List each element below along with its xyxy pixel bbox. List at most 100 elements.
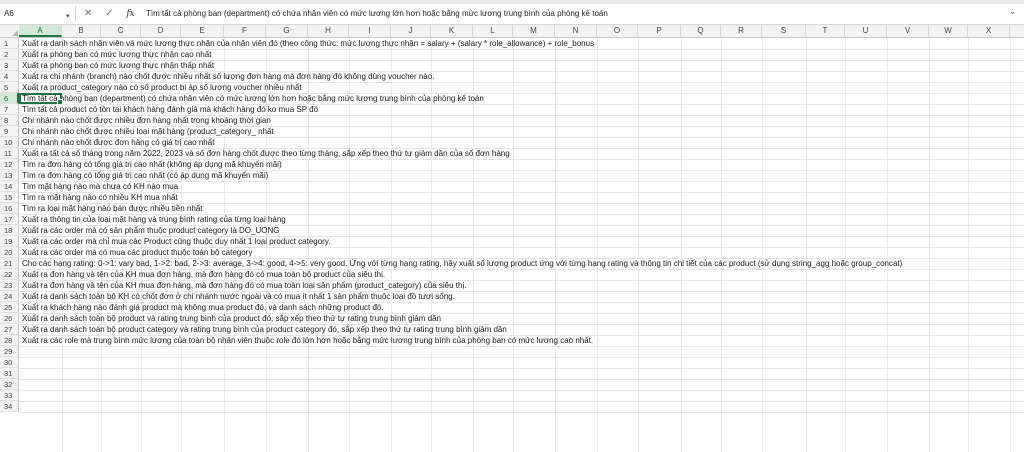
- row-header-26[interactable]: 26: [0, 313, 19, 324]
- row-header-3[interactable]: 3: [0, 60, 19, 71]
- cell-a16[interactable]: Tìm ra loại mặt hàng nào bán được nhiều …: [22, 203, 203, 214]
- cell-a18[interactable]: Xuất ra các order mà có sản phẩm thuộc p…: [22, 225, 279, 236]
- sheet-grid[interactable]: 1 Xuất ra danh sách nhân viên và mức lươn…: [0, 38, 1024, 452]
- column-header-d[interactable]: D: [141, 25, 181, 37]
- cell-a5[interactable]: Xuất ra product_category nào có số produ…: [22, 82, 302, 93]
- row-header-27[interactable]: 27: [0, 324, 19, 335]
- column-header-w[interactable]: W: [929, 25, 968, 37]
- row-header-28[interactable]: 28: [0, 335, 19, 346]
- column-header-m[interactable]: M: [513, 25, 555, 37]
- row-header-15[interactable]: 15: [0, 192, 19, 203]
- column-header-f[interactable]: F: [224, 25, 266, 37]
- column-header-p[interactable]: P: [638, 25, 681, 37]
- row-header-1[interactable]: 1: [0, 38, 19, 49]
- row-header-20[interactable]: 20: [0, 247, 19, 258]
- row-header-8[interactable]: 8: [0, 115, 19, 126]
- cell-a22[interactable]: Xuất ra đơn hàng và tên của KH mua đơn h…: [22, 269, 385, 280]
- row-header-34[interactable]: 34: [0, 401, 19, 412]
- row-header-5[interactable]: 5: [0, 82, 19, 93]
- column-header-j[interactable]: J: [391, 25, 431, 37]
- cell-a9[interactable]: Chi nhánh nào chốt được nhiều loại mặt h…: [22, 126, 274, 137]
- row-header-13[interactable]: 13: [0, 170, 19, 181]
- select-all-button[interactable]: [0, 25, 20, 37]
- expand-formula-bar-icon[interactable]: ⌄: [1009, 7, 1016, 16]
- column-header-n[interactable]: N: [555, 25, 597, 37]
- cell-a10[interactable]: Chi nhánh nào chốt được đơn hàng có giá …: [22, 137, 214, 148]
- row-header-33[interactable]: 33: [0, 390, 19, 401]
- cancel-button[interactable]: ✕: [84, 8, 92, 19]
- column-header-b[interactable]: B: [62, 25, 101, 37]
- cell-a27[interactable]: Xuất ra danh sách toàn bộ product catego…: [22, 324, 507, 335]
- column-header-g[interactable]: G: [266, 25, 308, 37]
- cell-a13[interactable]: Tìm ra đơn hàng có tổng giá trị cao nhất…: [22, 170, 268, 181]
- cell-a19[interactable]: Xuất ra các order mà chỉ mua các Product…: [22, 236, 330, 247]
- row-header-25[interactable]: 25: [0, 302, 19, 313]
- row-header-2[interactable]: 2: [0, 49, 19, 60]
- column-header-a[interactable]: A: [19, 25, 62, 37]
- row-header-7[interactable]: 7: [0, 104, 19, 115]
- row-header-19[interactable]: 19: [0, 236, 19, 247]
- row-header-6[interactable]: 6: [0, 93, 19, 104]
- cell-a23[interactable]: Xuất ra đơn hàng và tên của KH mua đơn h…: [22, 280, 466, 291]
- cell-a24[interactable]: Xuất ra danh sách toàn bộ KH có chốt đơn…: [22, 291, 455, 302]
- row-header-18[interactable]: 18: [0, 225, 19, 236]
- column-header-q[interactable]: Q: [681, 25, 721, 37]
- row-header-23[interactable]: 23: [0, 280, 19, 291]
- cell-a4[interactable]: Xuất ra chi nhánh (branch) nào chốt được…: [22, 71, 434, 82]
- column-header-s[interactable]: S: [762, 25, 806, 37]
- row-header-4[interactable]: 4: [0, 71, 19, 82]
- cell-a26[interactable]: Xuất ra danh sách toàn bộ product và rat…: [22, 313, 441, 324]
- cell-a12[interactable]: Tìm ra đơn hàng có tổng giá trị cao nhất…: [22, 159, 282, 170]
- row-header-32[interactable]: 32: [0, 379, 19, 390]
- row-header-22[interactable]: 22: [0, 269, 19, 280]
- row-header-10[interactable]: 10: [0, 137, 19, 148]
- column-header-bar: ABCDEFGHIJKLMNOPQRSTUVWX: [0, 25, 1024, 38]
- column-header-v[interactable]: V: [887, 25, 929, 37]
- row-header-30[interactable]: 30: [0, 357, 19, 368]
- cell-a17[interactable]: Xuất ra thông tin của loại mặt hàng và t…: [22, 214, 286, 225]
- row-header-31[interactable]: 31: [0, 368, 19, 379]
- name-box-value: A6: [4, 9, 14, 18]
- row-header-12[interactable]: 12: [0, 159, 19, 170]
- cell-a2[interactable]: Xuất ra phòng ban có mức lương thực nhận…: [22, 49, 211, 60]
- row-header-17[interactable]: 17: [0, 214, 19, 225]
- enter-button[interactable]: ✓: [105, 8, 113, 19]
- cell-a8[interactable]: Chi nhánh nào chốt được nhiều đơn hàng n…: [22, 115, 271, 126]
- column-header-o[interactable]: O: [597, 25, 638, 37]
- cell-a1[interactable]: Xuất ra danh sách nhân viên và mức lương…: [22, 38, 594, 49]
- column-header-e[interactable]: E: [181, 25, 224, 37]
- cell-a28[interactable]: Xuất ra các role mà trung bình mức lương…: [22, 335, 593, 346]
- row-header-16[interactable]: 16: [0, 203, 19, 214]
- cell-a21[interactable]: Cho các hạng rating: 0->1: vary bad, 1->…: [22, 258, 902, 269]
- cell-a3[interactable]: Xuất ra phòng ban có mức lương thực nhận…: [22, 60, 214, 71]
- row-gridline: [19, 357, 1024, 358]
- formula-input[interactable]: Tìm tất cả phòng ban (department) có chứ…: [146, 6, 608, 21]
- cell-a6[interactable]: Tìm tất cả phòng ban (department) có chứ…: [22, 93, 484, 104]
- column-header-t[interactable]: T: [806, 25, 845, 37]
- column-header-h[interactable]: H: [308, 25, 349, 37]
- row-header-21[interactable]: 21: [0, 258, 19, 269]
- row-gridline: [19, 346, 1024, 347]
- cell-a7[interactable]: Tìm tất cả product có tồn tại khách hàng…: [22, 104, 318, 115]
- column-header-u[interactable]: U: [845, 25, 887, 37]
- row-gridline: [19, 412, 1024, 413]
- cell-a11[interactable]: Xuất ra tất cả số tháng trong năm 2022, …: [22, 148, 510, 159]
- cell-a15[interactable]: Tìm ra mặt hàng nào có nhiều KH mua nhất: [22, 192, 178, 203]
- column-header-i[interactable]: I: [349, 25, 391, 37]
- row-header-9[interactable]: 9: [0, 126, 19, 137]
- name-box[interactable]: A6 ▾: [2, 6, 76, 21]
- column-header-x[interactable]: X: [968, 25, 1010, 37]
- cell-a25[interactable]: Xuất ra khách hàng nào đánh giá product …: [22, 302, 384, 313]
- row-header-14[interactable]: 14: [0, 181, 19, 192]
- chevron-down-icon[interactable]: ▾: [66, 9, 70, 24]
- row-header-24[interactable]: 24: [0, 291, 19, 302]
- cell-a20[interactable]: Xuất ra các order mà có mua các product …: [22, 247, 252, 258]
- column-header-l[interactable]: L: [473, 25, 513, 37]
- row-header-11[interactable]: 11: [0, 148, 19, 159]
- column-header-k[interactable]: K: [431, 25, 473, 37]
- column-header-r[interactable]: R: [721, 25, 762, 37]
- cell-a14[interactable]: Tìm mặt hàng nào mà chưa có KH nào mua: [22, 181, 178, 192]
- row-header-29[interactable]: 29: [0, 346, 19, 357]
- column-header-c[interactable]: C: [101, 25, 141, 37]
- insert-function-button[interactable]: fx: [126, 9, 134, 19]
